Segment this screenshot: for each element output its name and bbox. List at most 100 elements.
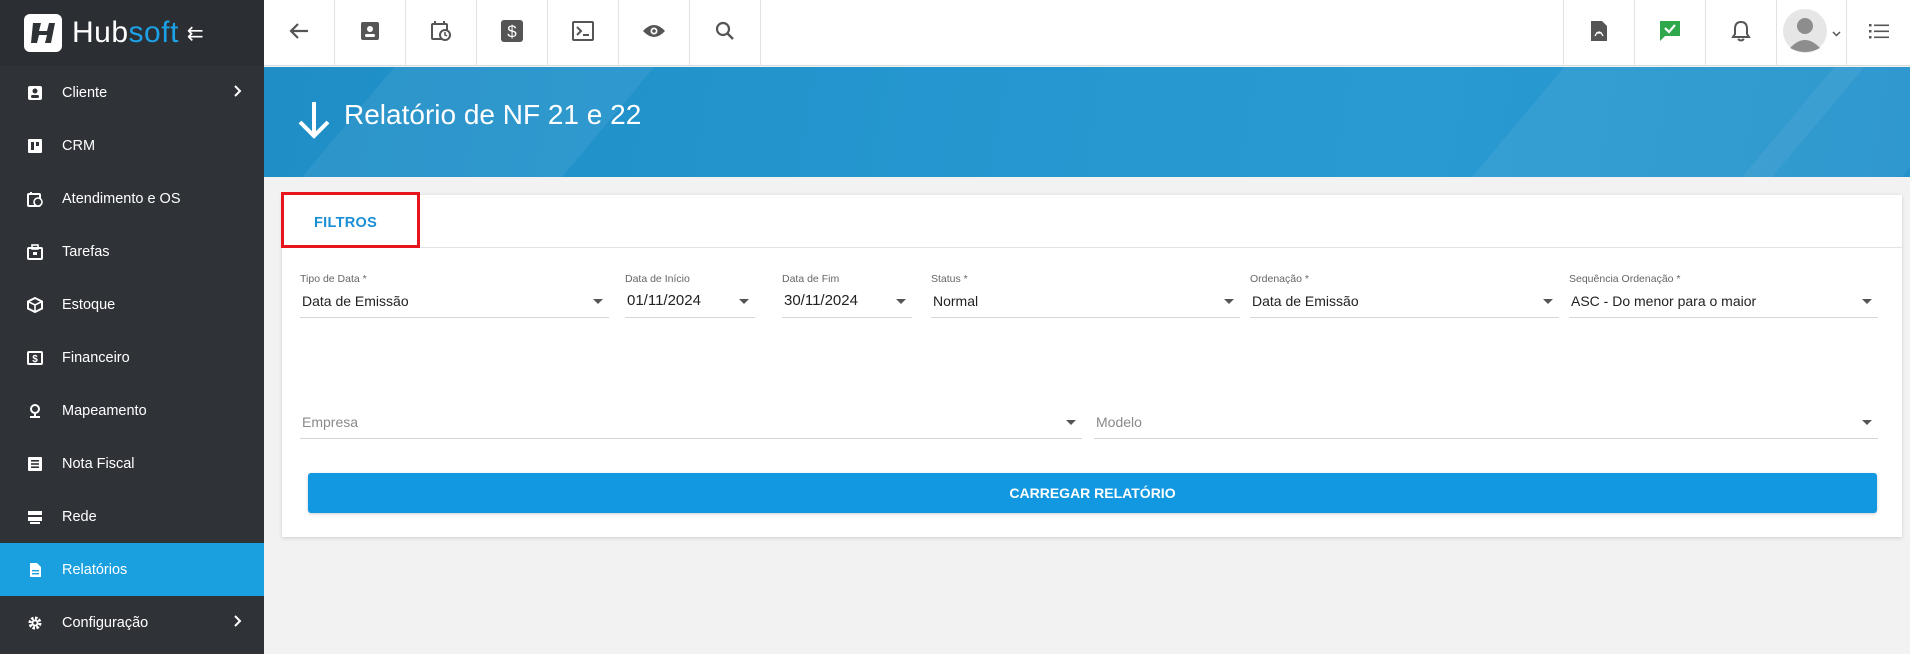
sidebar-item-label: Nota Fiscal bbox=[62, 455, 135, 472]
field-value: Normal bbox=[933, 293, 979, 309]
field-label: Status * bbox=[931, 273, 968, 285]
brand-name: Hubsoft bbox=[72, 16, 179, 50]
page-header: Relatório de NF 21 e 22 bbox=[264, 67, 1910, 177]
gear-icon bbox=[26, 614, 44, 632]
load-report-button[interactable]: CARREGAR RELATÓRIO bbox=[308, 473, 1877, 513]
field-value: 30/11/2024 bbox=[784, 292, 858, 309]
arrow-left-icon bbox=[289, 22, 309, 45]
schedule-button[interactable] bbox=[406, 0, 477, 66]
dollar-icon: $ bbox=[500, 19, 524, 48]
terminal-icon bbox=[572, 20, 594, 46]
search-icon bbox=[715, 21, 735, 46]
sidebar-item-label: Relatórios bbox=[62, 561, 128, 578]
sidebar-item-nota-fiscal[interactable]: Nota Fiscal bbox=[0, 437, 264, 490]
field-value: Data de Emissão bbox=[302, 293, 409, 309]
user-menu-button[interactable] bbox=[1776, 0, 1847, 66]
chevron-right-icon bbox=[234, 84, 242, 101]
field-label: Sequência Ordenação * bbox=[1569, 273, 1681, 285]
svg-text:$: $ bbox=[507, 22, 517, 41]
list-menu-button[interactable] bbox=[1847, 0, 1910, 66]
field-placeholder: Modelo bbox=[1096, 414, 1142, 430]
svg-text:$: $ bbox=[32, 354, 38, 365]
tab-bar: FILTROS bbox=[281, 192, 1902, 248]
field-placeholder: Empresa bbox=[302, 414, 359, 430]
filters-card: FILTROS Tipo de Data * Data de Emissão D… bbox=[281, 192, 1902, 537]
bell-icon bbox=[1731, 20, 1751, 47]
brand-name-hub: Hub bbox=[72, 16, 129, 49]
map-pin-icon bbox=[26, 402, 44, 420]
finance-button[interactable]: $ bbox=[477, 0, 548, 66]
chevron-down-icon bbox=[1832, 24, 1841, 42]
field-label: Data de Início bbox=[625, 273, 690, 285]
field-label: Tipo de Data * bbox=[300, 273, 367, 285]
avatar bbox=[1782, 8, 1828, 59]
chevron-right-icon bbox=[234, 614, 242, 631]
brand-name-soft: soft bbox=[128, 16, 179, 49]
sidebar-item-crm[interactable]: CRM bbox=[0, 119, 264, 172]
hubsoft-logo-icon[interactable] bbox=[24, 14, 62, 52]
pdf-file-icon bbox=[1590, 20, 1608, 47]
sidebar-item-cliente[interactable]: Cliente bbox=[0, 66, 264, 119]
sidebar-item-configuracao[interactable]: Configuração bbox=[0, 596, 264, 649]
sidebar-item-rede[interactable]: Rede bbox=[0, 490, 264, 543]
eye-icon bbox=[642, 23, 666, 44]
sidebar-item-label: Financeiro bbox=[62, 349, 130, 366]
contact-card-icon bbox=[360, 21, 380, 46]
file-icon bbox=[26, 561, 44, 579]
search-button[interactable] bbox=[690, 0, 761, 66]
caret-down-icon bbox=[1066, 420, 1076, 425]
back-button[interactable] bbox=[264, 0, 335, 66]
caret-down-icon bbox=[896, 299, 906, 304]
caret-down-icon bbox=[1862, 420, 1872, 425]
pdf-button[interactable] bbox=[1563, 0, 1634, 66]
sidebar-item-label: Configuração bbox=[62, 614, 149, 631]
sidebar-item-label: Cliente bbox=[62, 84, 108, 101]
page-title: Relatório de NF 21 e 22 bbox=[344, 99, 642, 130]
sidebar-item-estoque[interactable]: Estoque bbox=[0, 278, 264, 331]
collapse-menu-icon[interactable]: ⇇ bbox=[187, 21, 204, 46]
sidebar-item-label: Mapeamento bbox=[62, 402, 147, 419]
field-value: ASC - Do menor para o maior bbox=[1571, 293, 1757, 309]
money-icon: $ bbox=[26, 349, 44, 367]
caret-down-icon bbox=[739, 299, 749, 304]
sidebar-nav: Cliente CRM Atendimento e OS Tarefas Est… bbox=[0, 66, 264, 649]
caret-down-icon bbox=[1543, 299, 1553, 304]
sidebar-item-label: Estoque bbox=[62, 296, 116, 313]
view-button[interactable] bbox=[619, 0, 690, 66]
sidebar-item-tarefas[interactable]: Tarefas bbox=[0, 225, 264, 278]
field-value: 01/11/2024 bbox=[627, 292, 701, 309]
chat-check-icon bbox=[1659, 20, 1681, 47]
notifications-button[interactable] bbox=[1705, 0, 1776, 66]
caret-down-icon bbox=[1862, 299, 1872, 304]
clients-button[interactable] bbox=[335, 0, 406, 66]
caret-down-icon bbox=[1224, 299, 1234, 304]
sidebar-item-mapeamento[interactable]: Mapeamento bbox=[0, 384, 264, 437]
topbar: $ bbox=[264, 0, 1910, 66]
field-value: Data de Emissão bbox=[1252, 293, 1359, 309]
field-label: Data de Fim bbox=[782, 273, 840, 285]
sidebar-item-label: Atendimento e OS bbox=[62, 190, 181, 207]
calendar-clock-icon bbox=[430, 20, 452, 47]
messages-button[interactable] bbox=[1634, 0, 1705, 66]
sidebar-item-label: Rede bbox=[62, 508, 97, 525]
sidebar-item-atendimento[interactable]: Atendimento e OS bbox=[0, 172, 264, 225]
list-icon bbox=[1868, 23, 1889, 44]
document-lines-icon bbox=[26, 455, 44, 473]
field-label: Ordenação * bbox=[1250, 273, 1309, 285]
server-icon bbox=[26, 508, 44, 526]
caret-down-icon bbox=[593, 299, 603, 304]
calendar-clock-icon bbox=[26, 190, 44, 208]
briefcase-icon bbox=[26, 243, 44, 261]
terminal-button[interactable] bbox=[548, 0, 619, 66]
sidebar-item-financeiro[interactable]: $ Financeiro bbox=[0, 331, 264, 384]
contact-card-icon bbox=[26, 84, 44, 102]
tab-filtros[interactable]: FILTROS bbox=[314, 215, 377, 231]
sidebar-item-label: CRM bbox=[62, 137, 96, 154]
kanban-icon bbox=[26, 137, 44, 155]
arrow-down-icon bbox=[296, 100, 332, 145]
sidebar-item-relatorios[interactable]: Relatórios bbox=[0, 543, 264, 596]
box-icon bbox=[26, 296, 44, 314]
sidebar-item-label: Tarefas bbox=[62, 243, 110, 260]
brand: Hubsoft ⇇ bbox=[0, 0, 264, 66]
sidebar: Hubsoft ⇇ Cliente CRM Atendimento e OS T… bbox=[0, 0, 264, 654]
